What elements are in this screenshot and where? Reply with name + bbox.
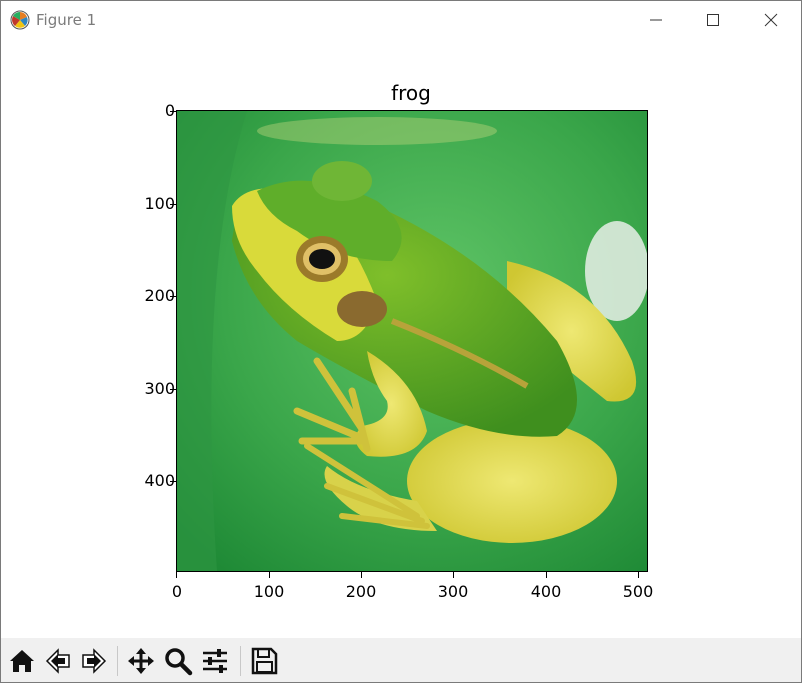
- home-icon: [10, 650, 34, 672]
- axes-title: frog: [391, 81, 431, 105]
- configure-subplots-icon: [203, 649, 227, 673]
- pan-icon: [128, 648, 154, 674]
- zoom-icon: [165, 648, 193, 676]
- pan-button[interactable]: [124, 644, 158, 678]
- x-tick-label: 100: [253, 582, 285, 601]
- navigation-toolbar: [1, 638, 801, 682]
- back-icon: [45, 648, 70, 674]
- x-tick-label: 400: [530, 582, 562, 601]
- zoom-button[interactable]: [161, 644, 195, 678]
- close-button[interactable]: [742, 1, 800, 39]
- figure-window: Figure 1 frog 100 200 300 400 0 100 200 …: [0, 0, 802, 683]
- x-tick-label: 0: [171, 582, 183, 601]
- x-tick-label: 300: [437, 582, 469, 601]
- x-tick-label: 200: [345, 582, 377, 601]
- x-tick-label: 500: [622, 582, 654, 601]
- window-title: Figure 1: [36, 11, 97, 29]
- save-icon: [251, 647, 278, 675]
- x-tick-mark: [453, 572, 454, 578]
- x-tick-mark: [269, 572, 270, 578]
- maximize-icon: [707, 14, 719, 26]
- forward-icon: [82, 648, 107, 674]
- x-tick-mark: [361, 572, 362, 578]
- y-tick-mark: [170, 204, 176, 205]
- minimize-icon: [650, 19, 662, 21]
- toolbar-separator: [117, 646, 118, 676]
- home-button[interactable]: [5, 644, 39, 678]
- y-tick-mark: [170, 111, 176, 112]
- toolbar-separator: [240, 646, 241, 676]
- axes-image[interactable]: [176, 110, 648, 572]
- y-tick-mark: [170, 481, 176, 482]
- save-button[interactable]: [247, 644, 281, 678]
- frog-image: [177, 111, 647, 571]
- back-button[interactable]: [41, 644, 75, 678]
- maximize-button[interactable]: [684, 1, 742, 39]
- forward-button[interactable]: [77, 644, 111, 678]
- x-tick-mark: [546, 572, 547, 578]
- title-bar[interactable]: Figure 1: [1, 1, 801, 39]
- matplotlib-logo-icon: [10, 10, 30, 30]
- minimize-button[interactable]: [627, 1, 685, 39]
- y-tick-mark: [170, 389, 176, 390]
- x-tick-mark: [176, 572, 177, 578]
- y-tick-mark: [170, 296, 176, 297]
- close-icon: [764, 13, 778, 27]
- x-tick-mark: [638, 572, 639, 578]
- configure-subplots-button[interactable]: [198, 644, 232, 678]
